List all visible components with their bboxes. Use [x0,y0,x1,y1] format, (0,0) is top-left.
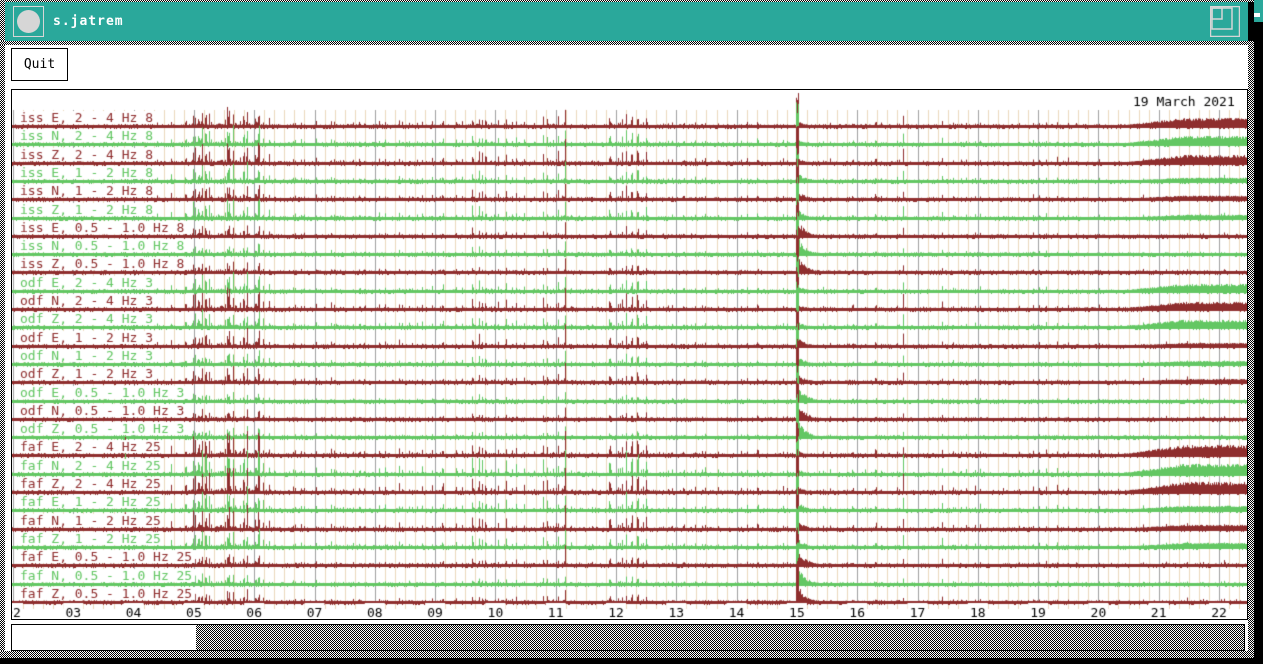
scrollbar-thumb[interactable] [12,625,196,650]
time-scrollbar[interactable] [11,624,1245,651]
titlebar[interactable]: s.jatrem [5,2,1248,41]
window-border [1248,41,1254,658]
quit-button[interactable]: Quit [11,48,68,81]
scrollbar-trough[interactable] [196,625,1244,650]
tremor-plot-canvas[interactable] [12,90,1247,619]
window-menu-icon [17,10,40,33]
maximize-icon [1210,6,1240,37]
maximize-button[interactable] [1210,6,1240,37]
desktop-background: s.jatrem Quit [0,0,1263,664]
tremor-plot-frame [11,89,1248,620]
window-content: Quit [5,45,1248,651]
app-window: s.jatrem Quit [0,0,1254,658]
window-title: s.jatrem [53,14,124,29]
background-window-edge [1254,13,1260,17]
window-menu-button[interactable] [13,6,44,37]
window-border [0,651,1254,658]
background-window-fragment [1254,0,1263,22]
